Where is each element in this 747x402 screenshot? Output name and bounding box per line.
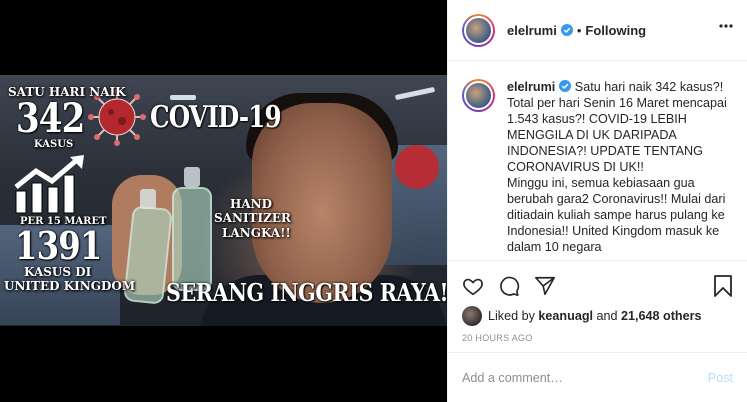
caption-area: elelrumi Satu hari naik 342 kasus?! Tota… <box>448 61 747 261</box>
action-bar <box>462 273 733 299</box>
verified-badge-icon <box>559 80 572 92</box>
growth-chart-icon <box>14 155 84 214</box>
post-timestamp[interactable]: 20 HOURS AGO <box>462 333 533 343</box>
liker-avatar[interactable] <box>462 306 482 326</box>
liked-prefix: Liked by <box>488 309 535 323</box>
username-link[interactable]: elelrumi <box>507 23 557 38</box>
caption-avatar[interactable] <box>462 79 495 112</box>
overlay-kasus: KASUS <box>34 139 74 150</box>
video-thumbnail[interactable]: SATU HARI NAIK 342 KASUS COVID-19 PER 15… <box>0 75 447 326</box>
post-media[interactable]: SATU HARI NAIK 342 KASUS COVID-19 PER 15… <box>0 0 447 402</box>
comment-input[interactable] <box>462 370 708 385</box>
overlay-serang: SERANG INGGRIS RAYA!! <box>166 278 447 307</box>
separator-dot: • <box>576 22 582 38</box>
overlay-kasus-di: KASUS DI <box>24 265 92 279</box>
caption-text: Satu hari naik 342 kasus?! Total per har… <box>507 80 727 254</box>
liked-and: and <box>596 309 618 323</box>
post-sidebar: elelrumi • Following elelrumi Satu hari … <box>447 0 747 402</box>
likes-count-link[interactable]: 21,648 others <box>621 309 702 323</box>
share-icon[interactable] <box>534 275 556 297</box>
comment-icon[interactable] <box>498 275 520 297</box>
ceiling-light <box>394 86 436 101</box>
likes-row: Liked by keanuagl and 21,648 others <box>462 306 733 326</box>
sanitizer-bottle <box>172 187 212 291</box>
caption: elelrumi Satu hari naik 342 kasus?! Tota… <box>507 79 733 260</box>
avatar[interactable] <box>462 13 495 47</box>
overlay-hand: HAND <box>230 197 273 211</box>
post-header: elelrumi • Following <box>448 0 747 61</box>
sanitizer-cap <box>184 167 200 187</box>
heart-icon[interactable] <box>462 275 484 297</box>
instagram-post: SATU HARI NAIK 342 KASUS COVID-19 PER 15… <box>0 0 747 402</box>
sanitizer-cap <box>140 189 156 209</box>
more-horizontal-icon[interactable] <box>719 24 733 28</box>
bookmark-icon[interactable] <box>713 275 733 297</box>
liked-by-user-link[interactable]: keanuagl <box>538 309 593 323</box>
post-comment-button[interactable]: Post <box>708 371 733 385</box>
following-button[interactable]: Following <box>585 23 646 38</box>
caption-username[interactable]: elelrumi <box>507 80 555 94</box>
overlay-sanitizer: SANITIZER <box>214 211 291 225</box>
comment-bar: Post <box>448 352 747 402</box>
overlay-langka: LANGKA!! <box>222 226 291 240</box>
verified-badge-icon <box>560 24 573 36</box>
overlay-number-342: 342 <box>16 95 85 142</box>
store-sign <box>395 145 439 189</box>
overlay-covid-title: COVID-19 <box>150 100 282 135</box>
avatar-image <box>464 81 493 110</box>
overlay-number-1391: 1391 <box>15 223 102 268</box>
overlay-united-kingdom: UNITED KINGDOM <box>4 279 136 293</box>
avatar-image <box>464 15 493 45</box>
